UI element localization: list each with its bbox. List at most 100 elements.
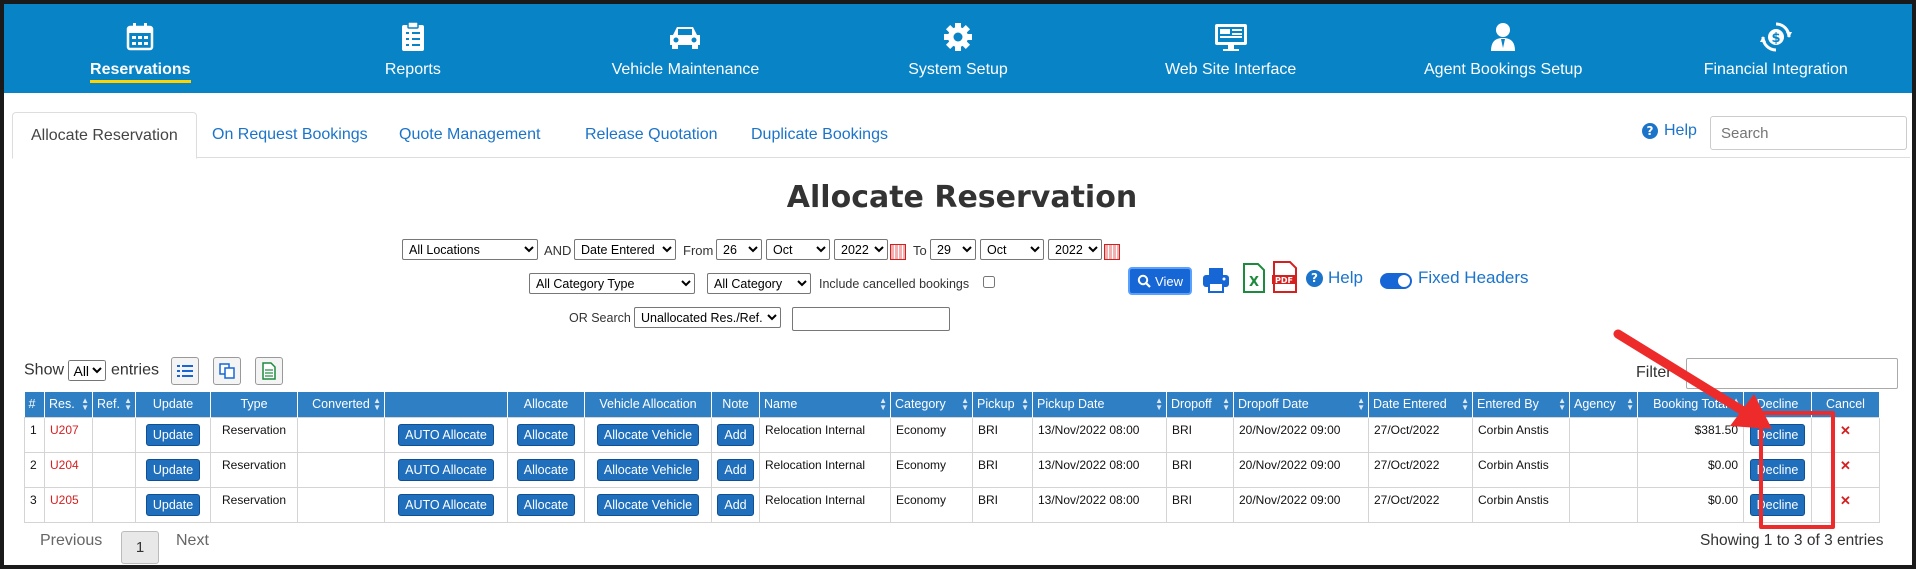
auto-allocate-cell: AUTO Allocate bbox=[384, 486, 508, 523]
auto-allocate-button[interactable]: AUTO Allocate bbox=[398, 423, 494, 446]
to-day-select[interactable]: 29 bbox=[930, 239, 976, 260]
add-note-button[interactable]: Add bbox=[717, 423, 754, 446]
column-header[interactable]: Entered By ▲ ▼ bbox=[1472, 392, 1570, 417]
entries-select[interactable]: All bbox=[68, 360, 107, 381]
include-cancelled-checkbox[interactable] bbox=[983, 276, 995, 288]
auto-allocate-button[interactable]: AUTO Allocate bbox=[398, 458, 494, 481]
fixed-headers-toggle[interactable] bbox=[1380, 273, 1412, 289]
row-number: 1 bbox=[24, 416, 45, 453]
nav-web-site-interface[interactable]: Web Site Interface bbox=[1094, 4, 1367, 93]
calendar-picker-icon[interactable] bbox=[1104, 244, 1120, 260]
help-label: Help bbox=[1664, 122, 1697, 139]
from-year-select[interactable]: 2022 bbox=[834, 239, 888, 260]
auto-allocate-button[interactable]: AUTO Allocate bbox=[398, 493, 494, 516]
column-header[interactable]: Pickup ▲ ▼ bbox=[972, 392, 1033, 417]
cancel-x-icon[interactable]: ✕ bbox=[1840, 423, 1851, 438]
agent-icon bbox=[1486, 20, 1520, 54]
tab-quote-management[interactable]: Quote Management bbox=[381, 112, 558, 158]
tab-on-request-bookings[interactable]: On Request Bookings bbox=[194, 112, 386, 158]
previous-page-link[interactable]: Previous bbox=[40, 532, 102, 550]
category-select[interactable]: All Category bbox=[707, 273, 811, 294]
fixed-headers-label: Fixed Headers bbox=[1418, 268, 1529, 287]
column-header[interactable]: Vehicle Allocation bbox=[584, 392, 712, 417]
category-type-select[interactable]: All Category Type bbox=[529, 273, 695, 294]
from-day-select[interactable]: 26 bbox=[716, 239, 762, 260]
location-select[interactable]: All Locations bbox=[402, 239, 538, 260]
cancel-x-icon[interactable]: ✕ bbox=[1840, 493, 1851, 508]
tab-allocate-reservation[interactable]: Allocate Reservation bbox=[12, 112, 197, 159]
update-button[interactable]: Update bbox=[145, 458, 201, 481]
allocate-vehicle-button[interactable]: Allocate Vehicle bbox=[596, 493, 700, 516]
column-header[interactable]: Converted ▲ ▼ bbox=[297, 392, 385, 417]
res-link[interactable]: U207 bbox=[50, 423, 79, 437]
allocate-cell: Allocate bbox=[507, 416, 585, 453]
help-link[interactable]: ? Help bbox=[1642, 122, 1697, 140]
next-page-link[interactable]: Next bbox=[176, 532, 209, 550]
csv-export-button[interactable] bbox=[255, 357, 283, 385]
nav-reports[interactable]: Reports bbox=[277, 4, 550, 93]
nav-agent-bookings-setup[interactable]: Agent Bookings Setup bbox=[1367, 4, 1640, 93]
calendar-picker-icon[interactable] bbox=[890, 244, 906, 260]
column-header[interactable]: Update bbox=[135, 392, 211, 417]
column-header[interactable] bbox=[384, 392, 508, 417]
column-header[interactable]: Ref. ▲ ▼ bbox=[92, 392, 136, 417]
column-header[interactable]: Type bbox=[210, 392, 298, 417]
update-button[interactable]: Update bbox=[145, 493, 201, 516]
copy-button[interactable] bbox=[213, 357, 241, 385]
column-header[interactable]: # bbox=[24, 392, 45, 417]
search-value-input[interactable] bbox=[792, 307, 950, 331]
allocate-vehicle-button[interactable]: Allocate Vehicle bbox=[596, 423, 700, 446]
res-link[interactable]: U205 bbox=[50, 493, 79, 507]
column-header[interactable]: Res. ▲ ▼ bbox=[44, 392, 93, 417]
allocate-button[interactable]: Allocate bbox=[516, 458, 576, 481]
row-number: 3 bbox=[24, 486, 45, 523]
date-type-select[interactable]: Date Entered bbox=[574, 239, 676, 260]
pdf-export-icon[interactable]: PDF bbox=[1272, 261, 1298, 293]
print-icon[interactable] bbox=[1202, 266, 1230, 294]
to-year-select[interactable]: 2022 bbox=[1048, 239, 1102, 260]
column-header[interactable]: Pickup Date ▲ ▼ bbox=[1032, 392, 1167, 417]
from-month-select[interactable]: Oct bbox=[766, 239, 830, 260]
tab-duplicate-bookings[interactable]: Duplicate Bookings bbox=[733, 112, 906, 158]
column-header[interactable]: Category ▲ ▼ bbox=[890, 392, 973, 417]
column-list-button[interactable] bbox=[171, 357, 199, 385]
dropoff-date-cell: 20/Nov/2022 09:00 bbox=[1233, 486, 1369, 523]
add-note-button[interactable]: Add bbox=[717, 493, 754, 516]
include-cancelled-label: Include cancelled bookings bbox=[819, 277, 970, 291]
page-1-button[interactable]: 1 bbox=[121, 531, 159, 564]
filters-help-link[interactable]: ? Help bbox=[1306, 268, 1363, 288]
allocate-button[interactable]: Allocate bbox=[516, 493, 576, 516]
filters-help-label: Help bbox=[1328, 268, 1363, 287]
name-cell: Relocation Internal bbox=[759, 451, 891, 488]
nav-reservations[interactable]: Reservations bbox=[4, 4, 277, 93]
pickup-cell: BRI bbox=[972, 486, 1033, 523]
column-header[interactable]: Date Entered ▲ ▼ bbox=[1368, 392, 1473, 417]
res-link[interactable]: U204 bbox=[50, 458, 79, 472]
cancel-x-icon[interactable]: ✕ bbox=[1840, 458, 1851, 473]
note-cell: Add bbox=[711, 416, 760, 453]
view-button[interactable]: View bbox=[1128, 267, 1192, 295]
res-link-cell: U205 bbox=[44, 486, 93, 523]
search-input[interactable] bbox=[1710, 116, 1907, 150]
update-button[interactable]: Update bbox=[145, 423, 201, 446]
monitor-icon bbox=[1214, 20, 1248, 54]
nav-vehicle-maintenance[interactable]: Vehicle Maintenance bbox=[549, 4, 822, 93]
column-header[interactable]: Note bbox=[711, 392, 760, 417]
name-cell: Relocation Internal bbox=[759, 416, 891, 453]
column-header[interactable]: Dropoff ▲ ▼ bbox=[1166, 392, 1234, 417]
to-month-select[interactable]: Oct bbox=[980, 239, 1044, 260]
column-header[interactable]: Name ▲ ▼ bbox=[759, 392, 891, 417]
allocate-vehicle-button[interactable]: Allocate Vehicle bbox=[596, 458, 700, 481]
nav-system-setup[interactable]: System Setup bbox=[822, 4, 1095, 93]
column-header[interactable]: Dropoff Date ▲ ▼ bbox=[1233, 392, 1369, 417]
update-cell: Update bbox=[135, 486, 211, 523]
allocate-button[interactable]: Allocate bbox=[516, 423, 576, 446]
add-note-button[interactable]: Add bbox=[717, 458, 754, 481]
excel-export-icon[interactable]: X bbox=[1242, 263, 1266, 293]
search-type-select[interactable]: Unallocated Res./Ref. bbox=[634, 307, 781, 328]
showing-entries-info: Showing 1 to 3 of 3 entries bbox=[1700, 532, 1884, 549]
pickup-cell: BRI bbox=[972, 451, 1033, 488]
nav-financial-integration[interactable]: $ Financial Integration bbox=[1639, 4, 1912, 93]
tab-release-quotation[interactable]: Release Quotation bbox=[567, 112, 736, 158]
column-header[interactable]: Allocate bbox=[507, 392, 585, 417]
